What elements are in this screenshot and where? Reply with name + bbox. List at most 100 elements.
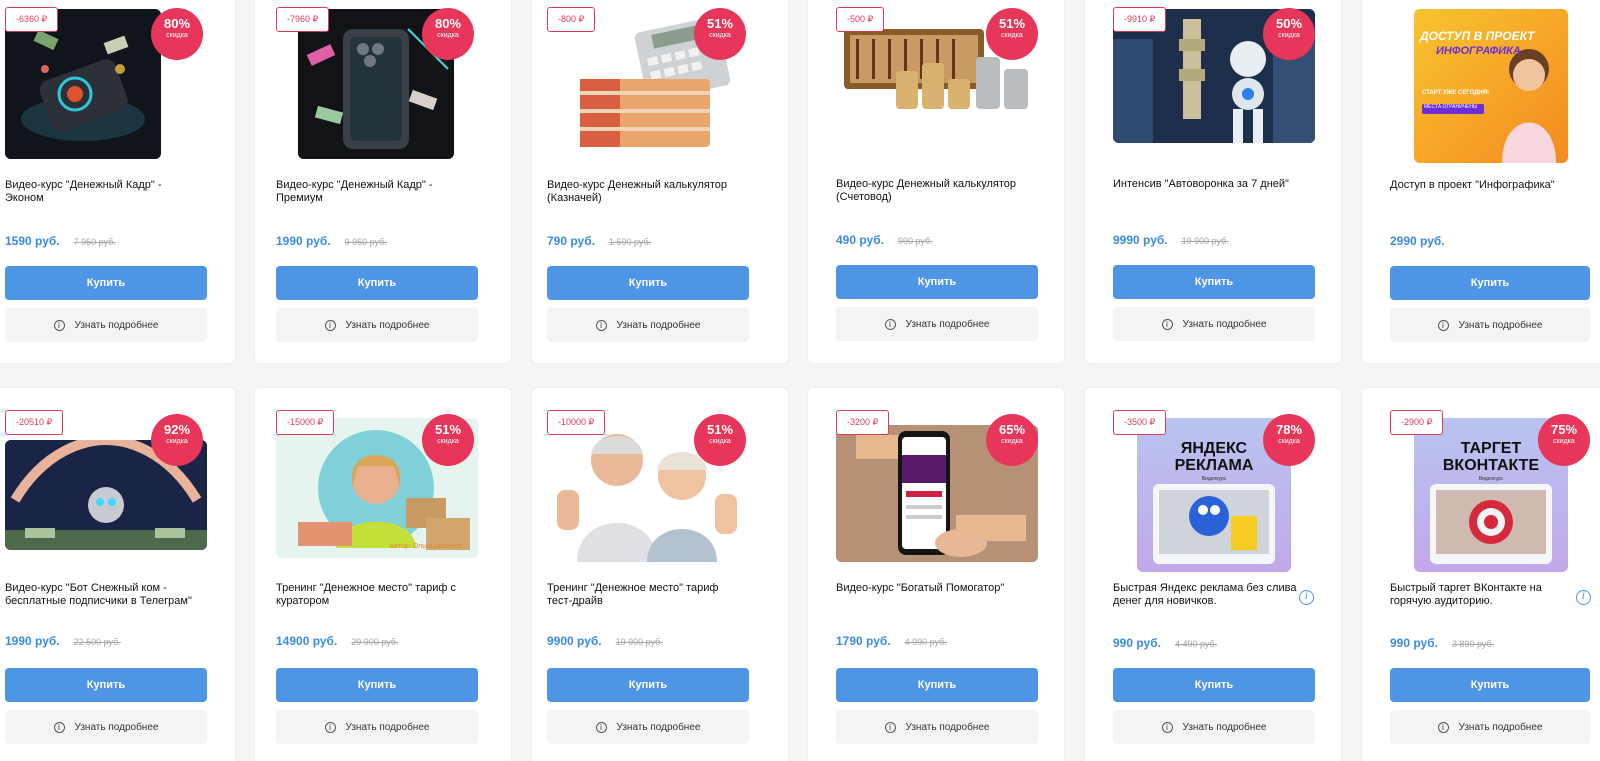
current-price: 1990 руб.	[276, 234, 331, 248]
more-info-button[interactable]: i Узнать подробнее	[1113, 307, 1315, 341]
buy-button[interactable]: Купить	[1390, 266, 1590, 300]
product-card: -7960 ₽ 80% скидка Видео-курс "Денежный …	[254, 0, 512, 364]
info-icon: i	[1161, 318, 1173, 330]
discount-percent: 80%	[163, 16, 191, 31]
product-card: -800 ₽ 51% скидка Видео-курс Денежный ка…	[531, 0, 789, 364]
price-block: 490 руб. 990 руб.	[836, 231, 933, 249]
buy-button[interactable]: Купить	[5, 668, 207, 702]
buy-button[interactable]: Купить	[547, 668, 749, 702]
discount-badge: 80% скидка	[151, 8, 203, 60]
old-price: 990 руб.	[897, 236, 933, 246]
more-info-button[interactable]: i Узнать подробнее	[836, 307, 1038, 341]
buy-button-label: Купить	[1194, 276, 1234, 288]
product-title[interactable]: Быстрая Яндекс реклама без слива денег д…	[1113, 582, 1303, 608]
old-price: 19 900 руб.	[1181, 236, 1229, 246]
product-title[interactable]: Видео-курс "Бот Снежный ком - бесплатные…	[5, 582, 195, 608]
product-title[interactable]: Видео-курс Денежный калькулятор (Казначе…	[547, 179, 737, 205]
discount-badge: 78% скидка	[1263, 414, 1315, 466]
old-price: 22 500 руб.	[73, 637, 121, 647]
more-info-button[interactable]: i Узнать подробнее	[276, 710, 478, 744]
buy-button[interactable]: Купить	[1113, 668, 1315, 702]
more-info-button[interactable]: i Узнать подробнее	[547, 710, 749, 744]
more-info-label: Узнать подробнее	[616, 721, 701, 733]
product-title[interactable]: Доступ в проект "Инфографика"	[1390, 179, 1580, 192]
info-icon: i	[884, 721, 896, 733]
discount-percent: 92%	[163, 422, 191, 437]
more-info-button[interactable]: i Узнать подробнее	[5, 308, 207, 342]
current-price: 2990 руб.	[1390, 234, 1445, 248]
product-title[interactable]: Интенсив "Автоворонка за 7 дней"	[1113, 178, 1303, 191]
price-block: 990 руб. 3 890 руб.	[1390, 634, 1494, 652]
price-block: 1790 руб. 4 990 руб.	[836, 632, 947, 650]
product-card: -9910 ₽ 50% скидка Интенсив "Автоворонка…	[1084, 0, 1342, 364]
more-info-label: Узнать подробнее	[1458, 721, 1543, 733]
product-title[interactable]: Тренинг "Денежное место" тариф с куратор…	[276, 582, 466, 608]
old-price: 7 950 руб.	[73, 237, 116, 247]
discount-tag: -6360 ₽	[5, 7, 59, 32]
old-price: 4 490 руб.	[1174, 639, 1218, 649]
buy-button-label: Купить	[917, 276, 957, 288]
product-image[interactable]: ДОСТУП В ПРОЕКТ ИНФОГРАФИКА СТАРТ УЖЕ СЕ…	[1414, 9, 1568, 163]
buy-button[interactable]: Купить	[276, 668, 478, 702]
buy-button[interactable]: Купить	[1113, 265, 1315, 299]
discount-badge: 51% скидка	[986, 8, 1038, 60]
current-price: 990 руб.	[1390, 636, 1438, 650]
more-info-button[interactable]: i Узнать подробнее	[1113, 710, 1315, 744]
promo-subtitle: ИНФОГРАФИКА	[1436, 45, 1521, 57]
more-info-button[interactable]: i Узнать подробнее	[1390, 308, 1590, 342]
discount-percent: 51%	[706, 422, 734, 437]
price-block: 14900 руб. 29 900 руб.	[276, 632, 399, 650]
promo-title: ДОСТУП В ПРОЕКТ	[1420, 29, 1535, 43]
info-icon[interactable]: i	[1299, 590, 1314, 605]
more-info-button[interactable]: i Узнать подробнее	[547, 308, 749, 342]
more-info-button[interactable]: i Узнать подробнее	[836, 710, 1038, 744]
buy-button-label: Купить	[86, 679, 126, 691]
product-card: -6360 ₽ 80% скидка Видео-курс "Денежный …	[0, 0, 236, 364]
product-card: ДОСТУП В ПРОЕКТ ИНФОГРАФИКА СТАРТ УЖЕ СЕ…	[1361, 0, 1600, 364]
discount-tag: -800 ₽	[547, 7, 596, 32]
discount-tag: -3500 ₽	[1113, 410, 1167, 435]
discount-badge: 75% скидка	[1538, 414, 1590, 466]
product-title[interactable]: Видео-курс "Денежный Кадр" - Эконом	[5, 179, 195, 205]
price-block: 1990 руб. 9 950 руб.	[276, 232, 387, 250]
more-info-label: Узнать подробнее	[1182, 721, 1267, 733]
discount-label: скидка	[1001, 32, 1023, 39]
product-title[interactable]: Быстрый таргет ВКонтакте на горячую ауди…	[1390, 582, 1580, 608]
discount-tag: -20510 ₽	[5, 410, 64, 435]
discount-label: скидка	[437, 438, 459, 445]
buy-button[interactable]: Купить	[836, 668, 1038, 702]
buy-button[interactable]: Купить	[547, 266, 749, 300]
product-title[interactable]: Видео-курс "Богатый Помогатор"	[836, 582, 1026, 595]
discount-badge: 51% скидка	[694, 8, 746, 60]
info-icon: i	[53, 319, 65, 331]
info-icon[interactable]: i	[1576, 590, 1591, 605]
discount-percent: 78%	[1275, 422, 1303, 437]
old-price: 3 890 руб.	[1451, 639, 1495, 649]
buy-button-label: Купить	[357, 277, 397, 289]
discount-label: скидка	[709, 32, 731, 39]
discount-badge: 50% скидка	[1263, 8, 1315, 60]
price-block: 1590 руб. 7 950 руб.	[5, 232, 116, 250]
discount-badge: 92% скидка	[151, 414, 203, 466]
product-title[interactable]: Видео-курс "Денежный Кадр" - Премиум	[276, 179, 466, 205]
buy-button[interactable]: Купить	[276, 266, 478, 300]
more-info-button[interactable]: i Узнать подробнее	[276, 308, 478, 342]
current-price: 1790 руб.	[836, 634, 891, 648]
more-info-label: Узнать подробнее	[345, 721, 430, 733]
product-title[interactable]: Тренинг "Денежное место" тариф тест-драй…	[547, 582, 737, 608]
discount-label: скидка	[166, 32, 188, 39]
buy-button[interactable]: Купить	[836, 265, 1038, 299]
discount-percent: 80%	[434, 16, 462, 31]
product-title[interactable]: Видео-курс Денежный калькулятор (Счетово…	[836, 178, 1026, 204]
buy-button-label: Купить	[1470, 277, 1510, 289]
current-price: 14900 руб.	[276, 634, 338, 648]
buy-button[interactable]: Купить	[1390, 668, 1590, 702]
info-icon: i	[324, 319, 336, 331]
discount-tag: -3200 ₽	[836, 410, 890, 435]
more-info-label: Узнать подробнее	[905, 721, 990, 733]
more-info-label: Узнать подробнее	[1182, 318, 1267, 330]
more-info-button[interactable]: i Узнать подробнее	[1390, 710, 1590, 744]
info-icon: i	[324, 721, 336, 733]
buy-button[interactable]: Купить	[5, 266, 207, 300]
more-info-button[interactable]: i Узнать подробнее	[5, 710, 207, 744]
